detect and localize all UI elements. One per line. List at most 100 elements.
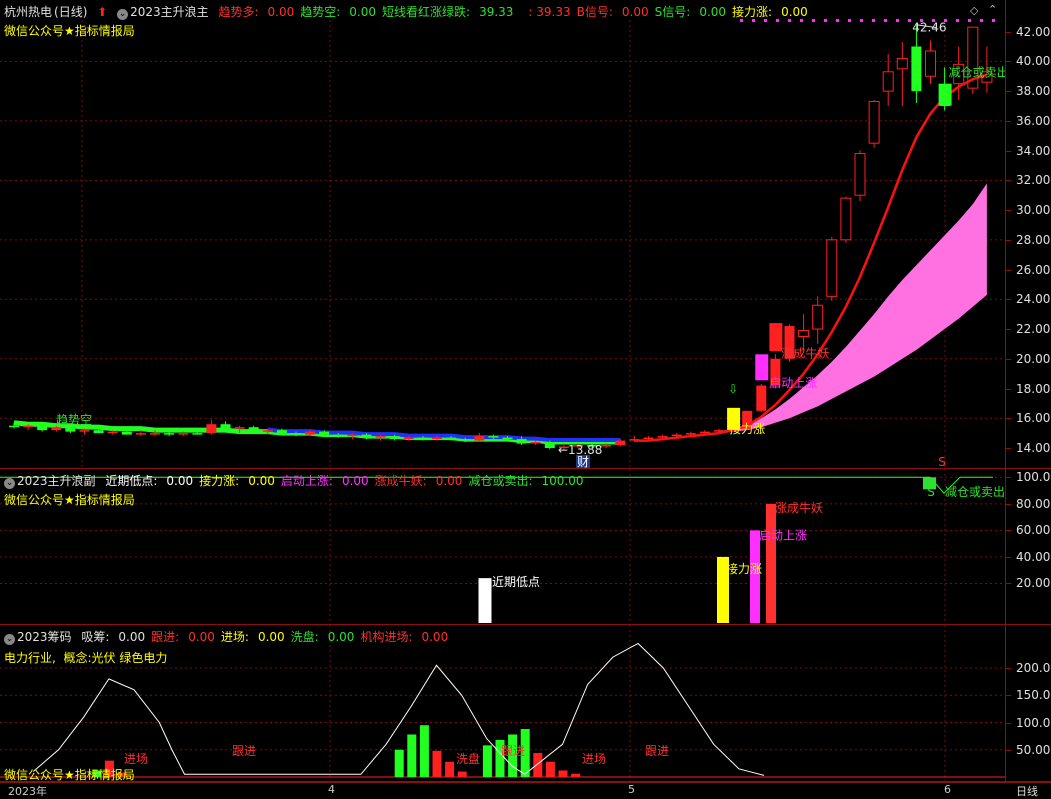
candle-body <box>79 430 90 432</box>
reduce-label: 减仓或卖出 <box>949 65 1005 79</box>
axis-tick-mark <box>1006 388 1011 390</box>
signal-dot <box>980 19 983 22</box>
signal-dot <box>968 19 971 22</box>
axis-tick-label: 28.00 <box>1016 232 1051 247</box>
dropdown-icon[interactable]: ⌄ <box>4 478 15 489</box>
chip-bar <box>457 771 467 777</box>
dropdown-icon[interactable]: ⌄ <box>4 634 15 645</box>
candle-body <box>826 239 838 297</box>
candle-body <box>685 433 696 435</box>
chip-bar <box>407 734 417 777</box>
candle-body <box>756 385 767 411</box>
axis-tick-mark <box>1006 448 1011 449</box>
axis-tick-label: 18.00 <box>1016 381 1051 396</box>
signal-dot <box>848 19 851 22</box>
chip-bar <box>533 753 543 777</box>
axis-tick-label: 100.00 <box>1016 470 1051 485</box>
main-chart-panel[interactable]: 趋势空 接力涨 启动上涨 涨成牛妖 减仓或卖出 42.46 ←13.88 财 S ⇩ 杭州热电 (日… <box>0 0 1051 469</box>
axis-tick-label: 38.00 <box>1016 84 1051 99</box>
sub-indicator-fields: 近期低点: 0.00 接力涨: 0.00 启动上涨: 0.00 涨成牛妖: 0.00 减仓或卖出… <box>105 474 589 488</box>
up-arrow-icon[interactable]: ⬆ <box>97 5 107 19</box>
sub-plot-area[interactable]: 近期低点 接力涨 启动上涨 涨成牛妖 减仓或卖出 S <box>0 469 1006 624</box>
sub-value-axis[interactable]: 100.00 80.00 60.00 40.00 20.00 <box>1006 469 1051 624</box>
candle-body <box>643 437 654 440</box>
reduce-label: 减仓或卖出 <box>945 485 1005 499</box>
candle-body <box>51 427 62 431</box>
candle <box>868 100 880 148</box>
diamond-icon[interactable]: ◇ <box>970 4 978 17</box>
axis-tick-mark <box>1006 477 1011 479</box>
expand-icon[interactable]: ⌃ <box>988 3 997 16</box>
signal-dot <box>872 19 875 22</box>
candle-body <box>854 153 866 196</box>
candle-body <box>488 436 499 438</box>
candle-body <box>868 101 880 144</box>
signal-dot <box>992 19 995 22</box>
axis-tick-mark <box>1006 695 1011 697</box>
axis-tick-mark <box>1006 749 1011 751</box>
signal-bar-chart[interactable]: 近期低点 接力涨 启动上涨 涨成牛妖 减仓或卖出 S <box>0 469 1005 624</box>
axis-tick-mark <box>1006 150 1011 152</box>
axis-tick-label: 14.00 <box>1016 441 1051 455</box>
axis-tick-mark <box>1006 418 1011 420</box>
chip-indicator-name[interactable]: 2023筹码 <box>17 630 72 644</box>
stock-name[interactable]: 杭州热电 <box>4 5 52 19</box>
sell-s-mark: S <box>938 455 946 468</box>
main-plot-area[interactable]: 趋势空 接力涨 启动上涨 涨成牛妖 减仓或卖出 42.46 ←13.88 财 S ⇩ <box>0 0 1006 468</box>
axis-tick-mark <box>1006 31 1011 33</box>
concept-label: 概念:光伏 绿色电力 <box>63 651 168 665</box>
candle-body <box>389 436 400 440</box>
recent-low-label: 近期低点 <box>492 575 540 589</box>
axis-tick-label: 22.00 <box>1016 322 1051 337</box>
chip-value-axis[interactable]: 200.0 150.0 100.0 50.00 <box>1006 625 1051 781</box>
field-3: 涨成牛妖: <box>374 474 427 488</box>
candle-body <box>460 439 471 441</box>
sub-header: ⌄ 2023主升浪副 近期低点: 0.00 接力涨: 0.00 启动上涨: 0.00 涨成牛妖… <box>4 472 595 489</box>
chip-chart-panel[interactable]: 进场 跟进 洗盘 跟进 进场 跟进 ⌄ 2023筹码 吸筹: 0.00 跟进: 0.00 进场: 0.… <box>0 625 1051 782</box>
chip-footer: 微信公众号★指标情报局 <box>4 768 135 782</box>
high-price-label: 42.46 <box>912 21 946 35</box>
field-1: 跟进: <box>151 630 180 644</box>
chip-bar <box>571 773 581 777</box>
candle <box>925 40 936 84</box>
dropdown-icon[interactable]: ⌄ <box>117 9 129 20</box>
candle-body <box>601 445 612 447</box>
axis-tick-mark <box>1006 269 1011 271</box>
indicator-fields: 趋势多: 0.00 趋势空: 0.00 短线看红涨绿跌: 39.33: 39.33 B信号:… <box>218 5 813 19</box>
sell-s-mark: S <box>927 485 935 499</box>
field-value-1: 0.00 <box>188 630 215 644</box>
field-value-3: : 39.33 <box>528 5 571 19</box>
relay-label: 接力涨 <box>729 421 765 436</box>
candle <box>826 236 838 301</box>
sub-indicator-name[interactable]: 2023主升浪副 <box>17 474 96 488</box>
axis-tick-mark <box>1006 61 1011 63</box>
field-0: 吸筹: <box>81 630 110 644</box>
candlestick-chart[interactable]: 趋势空接力涨启动上涨涨成牛妖减仓或卖出42.46←13.88财 S⇩ <box>0 0 1005 468</box>
field-4: 减仓或卖出: <box>468 474 533 488</box>
field-value-3: 0.00 <box>435 474 463 488</box>
candle-body <box>192 433 203 435</box>
axis-tick-mark <box>1006 503 1011 505</box>
price-axis[interactable]: 42.00 40.00 38.00 36.00 34.00 32.00 30.00 28.00… <box>1006 0 1051 468</box>
axis-tick-mark <box>1006 583 1011 585</box>
axis-tick-mark <box>1006 556 1011 558</box>
axis-tick-label: 60.00 <box>1016 523 1051 538</box>
field-value-6: 0.00 <box>781 5 808 19</box>
candle-body <box>657 436 668 438</box>
start-label: 启动上涨 <box>759 528 807 543</box>
candle-body <box>37 425 48 431</box>
candle <box>812 296 824 344</box>
sub-chart-panel[interactable]: 近期低点 接力涨 启动上涨 涨成牛妖 减仓或卖出 S ⌄ 2023主升浪副 近期低点: 0.0… <box>0 469 1051 625</box>
period-button[interactable]: 日线 <box>1016 783 1038 799</box>
field-value-2: 0.00 <box>257 630 285 644</box>
indicator-name[interactable]: 2023主升浪主 <box>130 5 209 19</box>
candle-body <box>206 424 217 434</box>
signal-dot <box>896 19 899 22</box>
chip-bar <box>419 725 429 777</box>
candle <box>911 24 922 104</box>
field-0: 近期低点: <box>105 474 158 488</box>
sub-subtitle: 微信公众号★指标情报局 <box>4 493 135 507</box>
chip-indicator-fields: 吸筹: 0.00 跟进: 0.00 进场: 0.00 洗盘: 0.00 机构进场: 0.00 <box>81 630 454 644</box>
time-axis[interactable]: 2023年 4 5 6 日线 <box>0 782 1051 799</box>
axis-tick-mark <box>1006 530 1011 532</box>
